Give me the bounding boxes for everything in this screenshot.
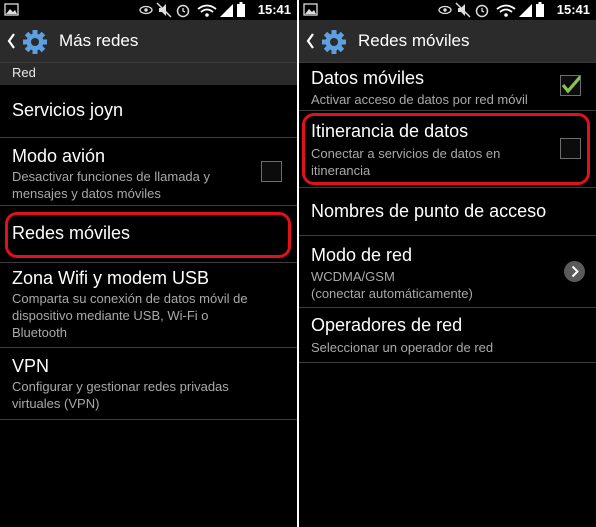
clock: 15:41 — [556, 2, 590, 17]
list-item-modo-de-red[interactable]: Modo de red WCDMA/GSM (conectar automáti… — [299, 236, 596, 308]
gear-icon[interactable] — [321, 29, 347, 55]
clock: 15:41 — [257, 2, 291, 17]
modo-avion-checkbox[interactable] — [261, 161, 282, 182]
list-item-datos-moviles[interactable]: Datos móviles Activar acceso de datos po… — [299, 63, 596, 111]
section-header-red: Red — [0, 63, 297, 85]
list-item-zona-wifi[interactable]: Zona Wifi y modem USB Comparta su conexi… — [0, 263, 297, 348]
item-subtitle: Activar acceso de datos por red móvil — [311, 92, 528, 107]
mute-icon — [156, 2, 172, 18]
back-icon[interactable] — [6, 31, 18, 51]
checkmark-icon — [561, 74, 583, 94]
wifi-icon — [197, 4, 217, 17]
status-bar: 15:41 — [299, 0, 596, 20]
item-title: Modo de red — [311, 245, 413, 265]
item-subtitle: virtuales (VPN) — [12, 396, 100, 411]
item-title: Datos móviles — [311, 68, 425, 88]
section-label: Red — [12, 65, 36, 80]
item-title: VPN — [12, 356, 50, 376]
item-title: Servicios joyn — [12, 100, 124, 120]
item-title: Operadores de red — [311, 315, 463, 335]
item-subtitle: Configurar y gestionar redes privadas — [12, 379, 229, 394]
list-item-operadores[interactable]: Operadores de red Seleccionar un operado… — [299, 308, 596, 363]
item-subtitle: (conectar automáticamente) — [311, 286, 473, 301]
alarm-icon — [176, 4, 190, 18]
item-title: Nombres de punto de acceso — [311, 201, 547, 221]
back-icon[interactable] — [305, 31, 317, 51]
action-bar: Más redes — [0, 20, 297, 63]
action-bar: Redes móviles — [299, 20, 596, 63]
list-item-modo-avion[interactable]: Modo avión Desactivar funciones de llama… — [0, 138, 297, 206]
highlight-oval — [302, 113, 590, 185]
item-title: Modo avión — [12, 146, 106, 166]
status-bar: 15:41 — [0, 0, 297, 20]
wifi-icon — [496, 4, 516, 17]
item-subtitle: Desactivar funciones de llamada y — [12, 169, 210, 184]
list-item-servicios-joyn[interactable]: Servicios joyn — [0, 86, 297, 138]
gear-icon[interactable] — [22, 29, 48, 55]
left-screen: 15:41 Más redes Red Servicios joyn Modo … — [0, 0, 297, 527]
gallery-notification-icon — [303, 3, 318, 16]
item-subtitle: Comparta su conexión de datos móvil de — [12, 291, 248, 306]
item-subtitle: dispositivo mediante USB, Wi-Fi o — [12, 308, 209, 323]
item-title: Zona Wifi y modem USB — [12, 268, 210, 288]
item-subtitle: mensajes y datos móviles — [12, 186, 161, 201]
status-icons — [303, 2, 544, 18]
gallery-notification-icon — [4, 3, 19, 16]
status-icons — [4, 2, 245, 18]
list-item-apn[interactable]: Nombres de punto de acceso — [299, 188, 596, 236]
eye-icon — [139, 5, 153, 15]
battery-icon — [536, 2, 544, 17]
right-screen: 15:41 Redes móviles Datos móviles Activa… — [299, 0, 596, 527]
item-subtitle: Seleccionar un operador de red — [311, 340, 494, 355]
list-item-vpn[interactable]: VPN Configurar y gestionar redes privada… — [0, 348, 297, 420]
battery-icon — [237, 2, 245, 17]
eye-icon — [438, 5, 452, 15]
item-subtitle: Bluetooth — [12, 325, 67, 340]
page-title: Redes móviles — [358, 31, 470, 50]
mute-icon — [455, 2, 471, 18]
signal-icon — [519, 4, 532, 17]
chevron-right-icon[interactable] — [564, 261, 585, 282]
datos-moviles-checkbox[interactable] — [560, 74, 583, 96]
alarm-icon — [475, 4, 489, 18]
highlight-oval — [5, 212, 291, 258]
item-subtitle: WCDMA/GSM — [311, 269, 395, 284]
page-title: Más redes — [59, 31, 139, 50]
signal-icon — [220, 4, 233, 17]
